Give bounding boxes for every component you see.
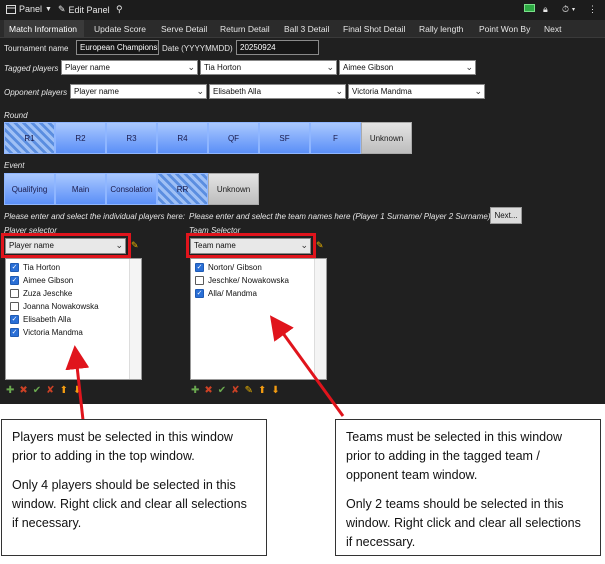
teams-note: Teams must be selected in this window pr… [335, 419, 601, 556]
arrow-to-team-list [269, 315, 345, 417]
players-note: Players must be selected in this window … [1, 419, 267, 556]
players-note-line-1: Players must be selected in this window … [12, 430, 233, 463]
arrow-to-player-list [65, 345, 90, 421]
teams-note-line-1: Teams must be selected in this window pr… [346, 430, 563, 482]
teams-note-line-2: Only 2 teams should be selected in this … [346, 497, 581, 549]
players-note-line-2: Only 4 players should be selected in thi… [12, 478, 247, 530]
